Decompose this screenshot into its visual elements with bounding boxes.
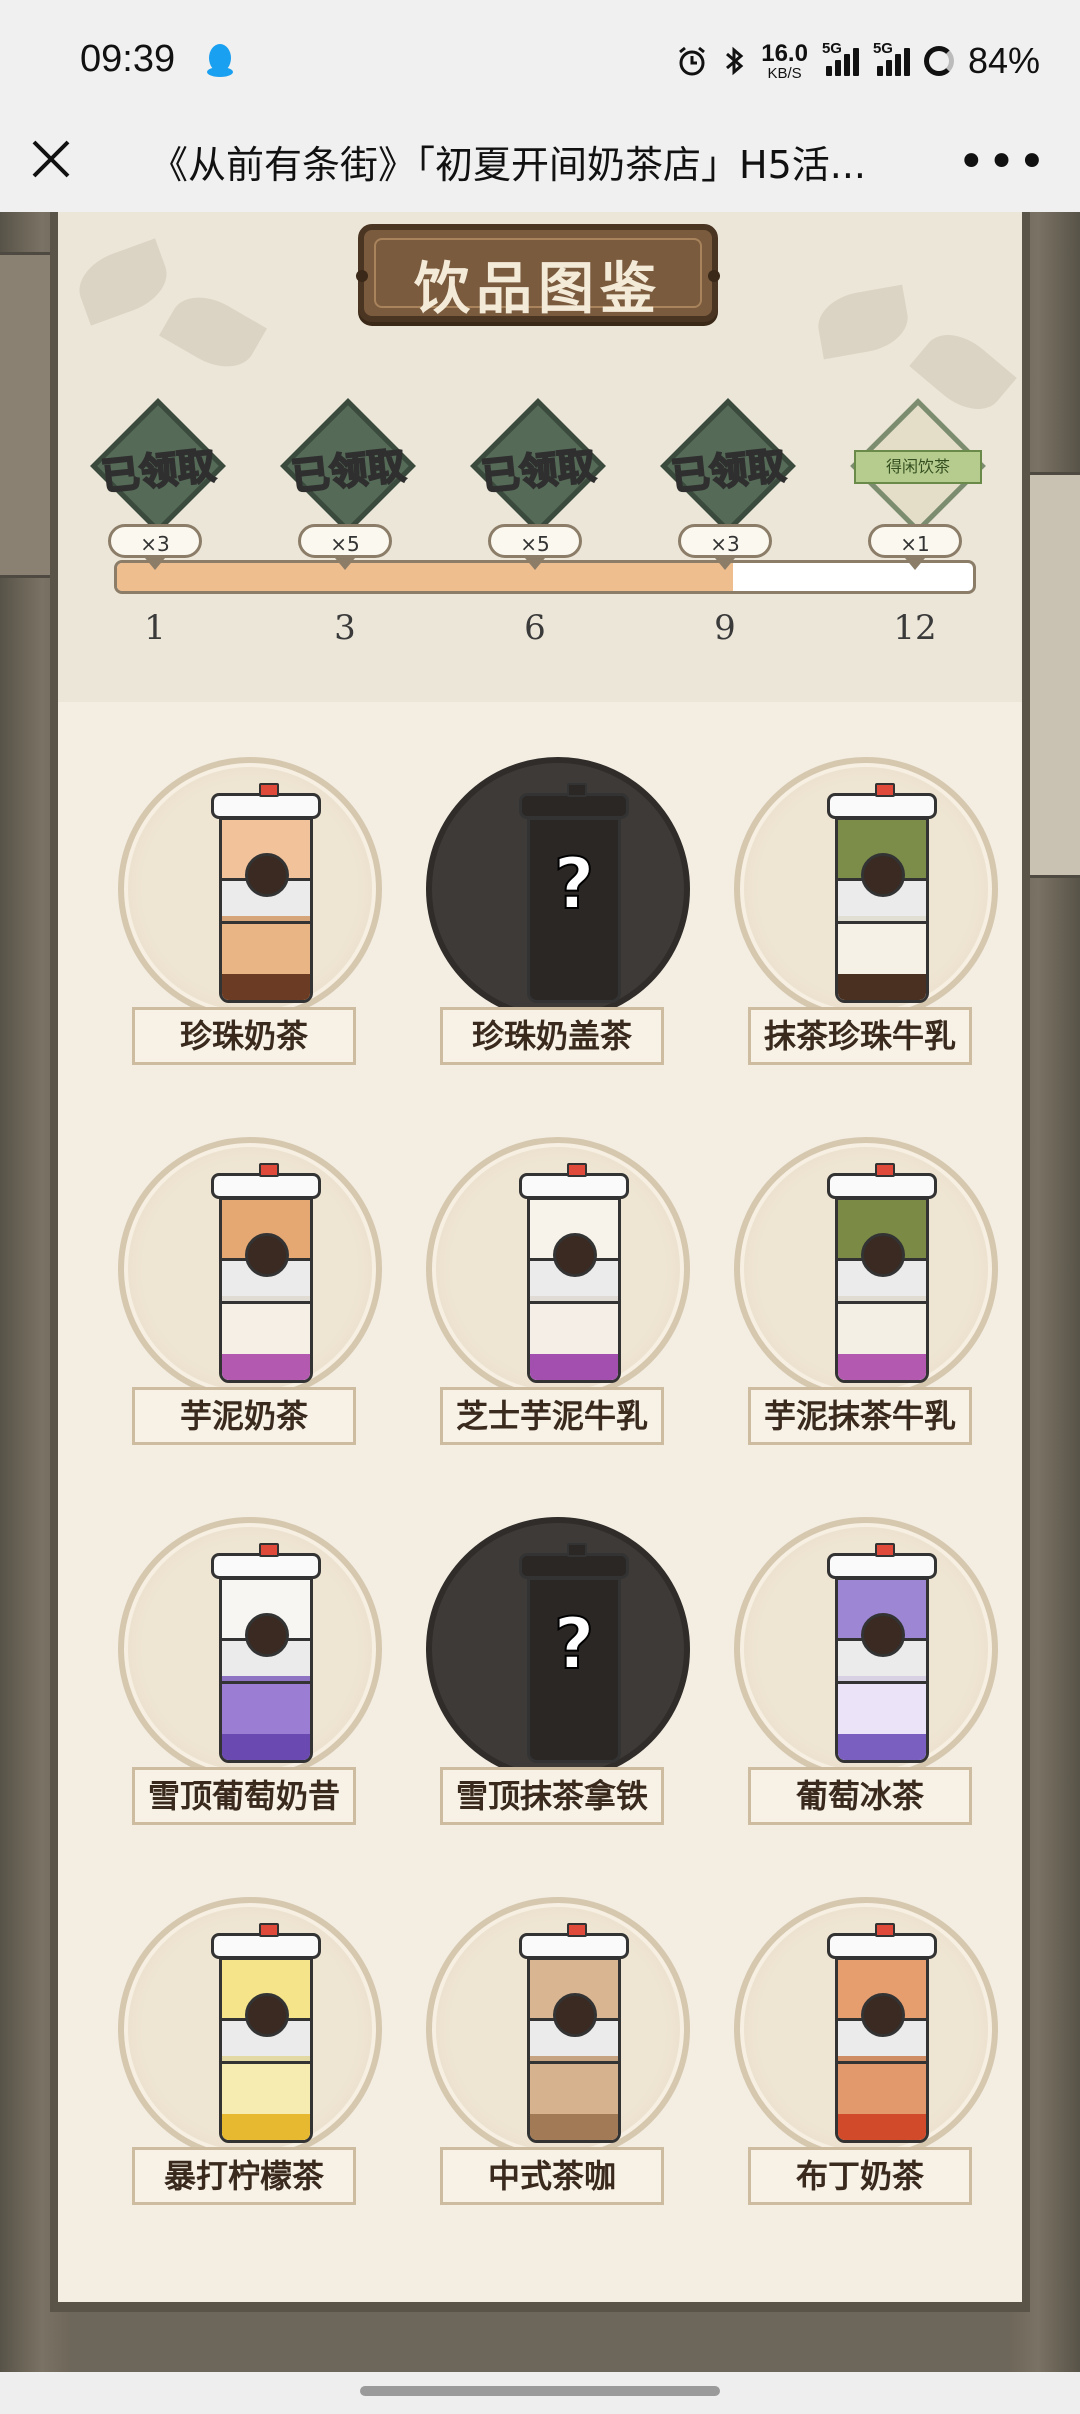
signal-icon-2: 5G xyxy=(873,40,910,76)
drink-icon-frame xyxy=(118,757,382,1021)
locked-drink-frame: ? xyxy=(426,757,690,1021)
drink-cup-icon: ? xyxy=(519,1543,629,1763)
drink-name-label: 雪顶抹茶拿铁 xyxy=(440,1767,664,1825)
reward-qty-2: ×5 xyxy=(298,524,392,558)
drink-card[interactable]: 中式茶咖 xyxy=(416,1897,696,2217)
more-icon[interactable]: ••• xyxy=(957,138,1048,186)
question-mark-icon: ? xyxy=(553,842,596,926)
drink-card[interactable]: 芝士芋泥牛乳 xyxy=(416,1137,696,1457)
network-speed: 16.0 KB/S xyxy=(761,39,808,82)
drink-catalog-panel: 饮品图鉴 已领取 已领取 已领取 已领取 得闲饮茶 ×3 ×5 ×5 ×3 ×1 xyxy=(50,212,1030,2312)
drink-cup-icon xyxy=(519,1163,629,1383)
drink-card[interactable]: 芋泥奶茶 xyxy=(108,1137,388,1457)
drink-name-label: 布丁奶茶 xyxy=(748,2147,972,2205)
drink-icon-frame xyxy=(734,1137,998,1401)
drink-cup-icon xyxy=(827,783,937,1003)
drink-cup-icon xyxy=(211,1543,321,1763)
drink-cup-icon xyxy=(827,1923,937,2143)
drink-card[interactable]: 暴打柠檬茶 xyxy=(108,1897,388,2217)
drink-name-label: 中式茶咖 xyxy=(440,2147,664,2205)
signal-icon: 5G xyxy=(822,40,859,76)
reward-qty-3: ×5 xyxy=(488,524,582,558)
drink-card[interactable]: ? 珍珠奶盖茶 xyxy=(416,757,696,1077)
title-bar: 《从前有条街》「初夏开间奶茶店」H5活... ••• xyxy=(0,120,1080,212)
milestone-label: 1 xyxy=(144,608,166,648)
qq-penguin-icon xyxy=(207,44,233,77)
drink-card[interactable]: 珍珠奶茶 xyxy=(108,757,388,1077)
drink-card[interactable]: 雪顶葡萄奶昔 xyxy=(108,1517,388,1837)
drink-name-label: 芋泥奶茶 xyxy=(132,1387,356,1445)
gift-label: 得闲饮茶 xyxy=(854,450,982,484)
drink-icon-frame xyxy=(734,1897,998,2161)
status-time: 09:39 xyxy=(80,38,176,80)
catalog-banner: 饮品图鉴 xyxy=(356,224,720,322)
drink-icon-frame xyxy=(118,1517,382,1781)
page-title: 《从前有条街》「初夏开间奶茶店」H5活... xyxy=(150,143,866,187)
bluetooth-icon xyxy=(726,46,744,76)
drink-cup-icon xyxy=(211,783,321,1003)
drink-name-label: 暴打柠檬茶 xyxy=(132,2147,356,2205)
drink-icon-frame xyxy=(118,1897,382,2161)
game-area: 饮品图鉴 已领取 已领取 已领取 已领取 得闲饮茶 ×3 ×5 ×5 ×3 ×1 xyxy=(0,212,1080,2372)
home-indicator[interactable] xyxy=(360,2386,720,2396)
drink-card[interactable]: ? 雪顶抹茶拿铁 xyxy=(416,1517,696,1837)
drink-name-label: 珍珠奶盖茶 xyxy=(440,1007,664,1065)
milestone-label: 6 xyxy=(524,608,546,648)
drink-icon-frame xyxy=(426,1897,690,2161)
milestone-label: 9 xyxy=(714,608,736,648)
reward-qty-4: ×3 xyxy=(678,524,772,558)
drink-icon-frame xyxy=(118,1137,382,1401)
alarm-icon xyxy=(679,46,706,76)
battery-level: 84% xyxy=(967,40,1040,81)
milestone-label: 3 xyxy=(334,608,356,648)
locked-drink-frame: ? xyxy=(426,1517,690,1781)
milestone-label: 12 xyxy=(893,608,937,648)
drink-name-label: 芝士芋泥牛乳 xyxy=(440,1387,664,1445)
drink-card[interactable]: 葡萄冰茶 xyxy=(724,1517,1004,1837)
question-mark-icon: ? xyxy=(553,1602,596,1686)
navigation-bar xyxy=(0,2372,1080,2414)
reward-qty-5: ×1 xyxy=(868,524,962,558)
battery-ring-icon xyxy=(923,46,954,76)
drink-card[interactable]: 抹茶珍珠牛乳 xyxy=(724,757,1004,1077)
catalog-heading: 饮品图鉴 xyxy=(414,256,662,322)
status-bar: 09:39 16.0 KB/S 5G 5G 84% xyxy=(0,0,1080,120)
drink-name-label: 葡萄冰茶 xyxy=(748,1767,972,1825)
drink-icon-frame xyxy=(734,757,998,1021)
drink-icon-frame xyxy=(734,1517,998,1781)
drink-card[interactable]: 布丁奶茶 xyxy=(724,1897,1004,2217)
drink-name-label: 芋泥抹茶牛乳 xyxy=(748,1387,972,1445)
drink-card[interactable]: 芋泥抹茶牛乳 xyxy=(724,1137,1004,1457)
drink-icon-frame xyxy=(426,1137,690,1401)
drink-name-label: 雪顶葡萄奶昔 xyxy=(132,1767,356,1825)
close-icon[interactable] xyxy=(28,136,74,182)
drink-name-label: 抹茶珍珠牛乳 xyxy=(748,1007,972,1065)
drink-cup-icon xyxy=(827,1543,937,1763)
drink-name-label: 珍珠奶茶 xyxy=(132,1007,356,1065)
drink-cup-icon xyxy=(519,1923,629,2143)
drink-cup-icon xyxy=(211,1923,321,2143)
progress-fill xyxy=(117,563,734,591)
collection-progress-bar xyxy=(114,560,976,594)
reward-qty-1: ×3 xyxy=(108,524,202,558)
drink-cup-icon: ? xyxy=(519,783,629,1003)
drink-cup-icon xyxy=(827,1163,937,1383)
drink-cup-icon xyxy=(211,1163,321,1383)
